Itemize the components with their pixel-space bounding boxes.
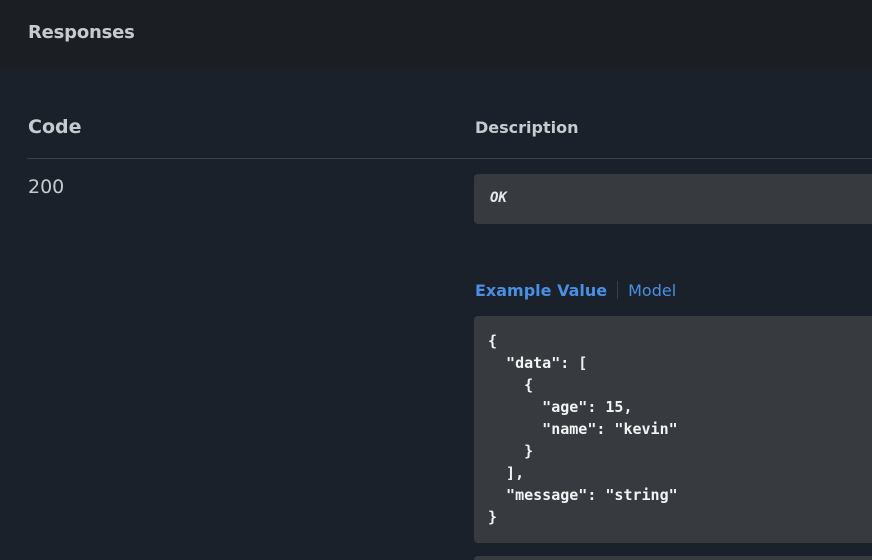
response-code: 200: [28, 176, 65, 198]
next-panel: [474, 556, 872, 560]
header-divider: [27, 158, 872, 159]
tab-model[interactable]: Model: [618, 281, 676, 300]
response-description: OK: [490, 190, 507, 206]
example-value-panel: { "data": [ { "age": 15, "name": "kevin"…: [474, 316, 872, 543]
response-description-box: OK: [474, 174, 872, 224]
example-model-tabs: Example Value Model: [475, 279, 676, 301]
description-column-header: Description: [475, 118, 579, 137]
responses-title: Responses: [28, 22, 135, 43]
tab-example-value[interactable]: Example Value: [475, 281, 617, 300]
responses-section: Responses Code Description 200 OK Exampl…: [0, 0, 872, 560]
code-column-header: Code: [28, 116, 82, 138]
example-json: { "data": [ { "age": 15, "name": "kevin"…: [488, 332, 678, 526]
responses-header: Responses: [0, 0, 872, 69]
